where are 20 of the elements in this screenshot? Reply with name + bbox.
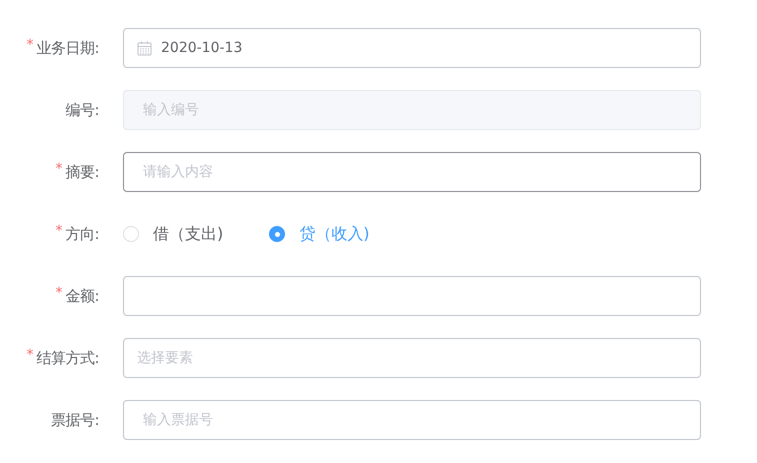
required-mark: * xyxy=(55,284,62,300)
date-field[interactable]: 2020-10-13 xyxy=(123,28,701,68)
input-field[interactable]: 请输入内容 xyxy=(123,152,701,192)
field-label: 编号: xyxy=(65,100,99,120)
field-label: 结算方式: xyxy=(36,348,99,368)
select-field[interactable]: 选择要素 xyxy=(123,338,701,378)
input-field[interactable] xyxy=(123,276,701,316)
required-mark: * xyxy=(26,36,34,52)
field-label: 摘要: xyxy=(65,162,99,182)
radio-option[interactable]: 贷（收入) xyxy=(269,224,370,244)
required-mark: * xyxy=(55,160,62,176)
calendar-icon xyxy=(137,40,152,56)
required-mark: * xyxy=(55,222,62,238)
field-label: 金额: xyxy=(65,286,99,306)
field-label: 业务日期: xyxy=(36,38,99,58)
radio-option[interactable]: 借（支出) xyxy=(123,224,224,244)
field-label: 方向: xyxy=(65,224,99,244)
field-label: 票据号: xyxy=(50,410,99,430)
required-mark: * xyxy=(26,346,34,362)
input-field[interactable]: 输入票据号 xyxy=(123,400,701,440)
